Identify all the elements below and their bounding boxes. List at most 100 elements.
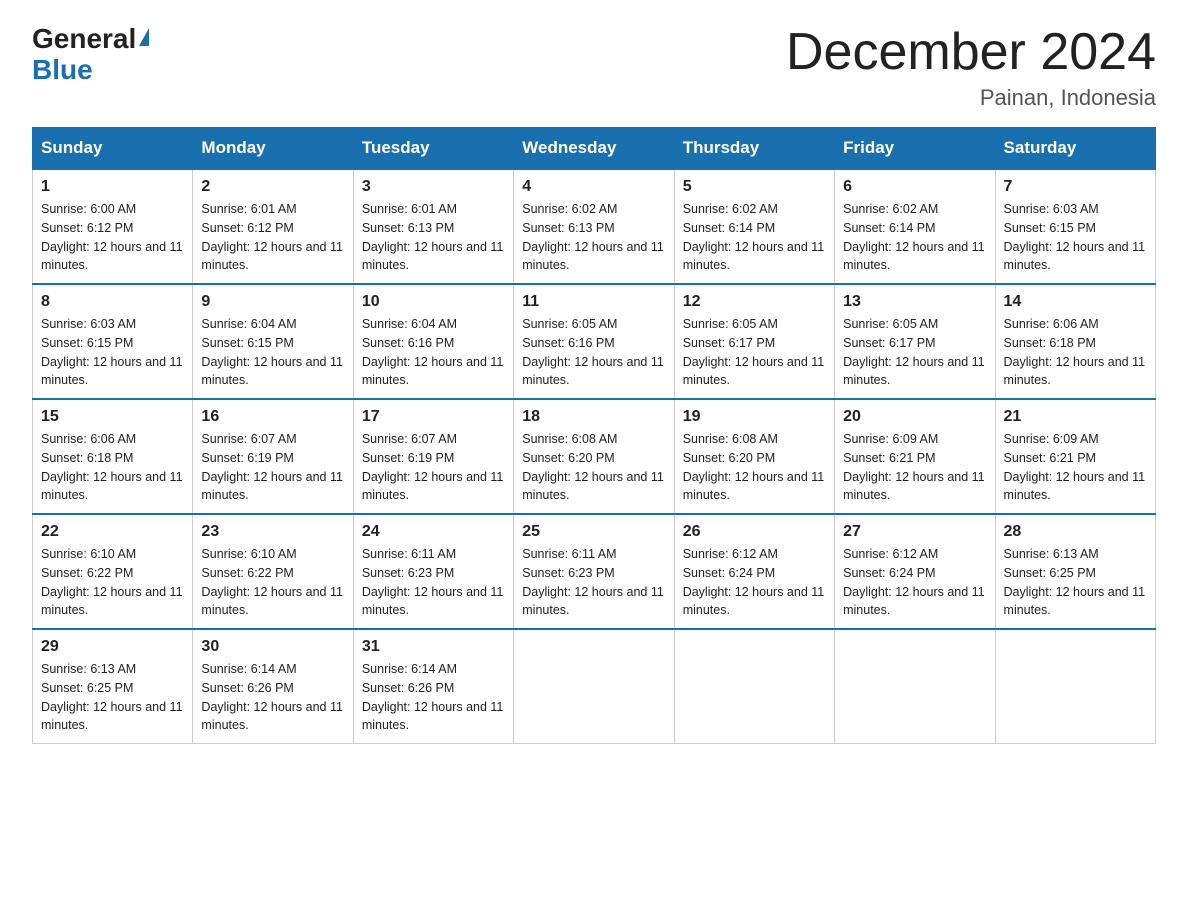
logo-triangle-icon (139, 28, 149, 46)
day-info: Sunrise: 6:08 AMSunset: 6:20 PMDaylight:… (683, 430, 826, 505)
day-number: 9 (201, 293, 344, 311)
calendar-cell: 12 Sunrise: 6:05 AMSunset: 6:17 PMDayligh… (674, 284, 834, 399)
day-info: Sunrise: 6:13 AMSunset: 6:25 PMDaylight:… (1004, 545, 1147, 620)
day-info: Sunrise: 6:00 AMSunset: 6:12 PMDaylight:… (41, 200, 184, 275)
day-info: Sunrise: 6:05 AMSunset: 6:17 PMDaylight:… (843, 315, 986, 390)
weekday-header-saturday: Saturday (995, 128, 1155, 170)
calendar-cell: 13Sunrise: 6:05 AMSunset: 6:17 PMDayligh… (835, 284, 995, 399)
calendar-cell: 15Sunrise: 6:06 AMSunset: 6:18 PMDayligh… (33, 399, 193, 514)
calendar-week-row: 22 Sunrise: 6:10 AMSunset: 6:22 PMDayligh… (33, 514, 1156, 629)
day-number: 1 (41, 178, 184, 196)
calendar-week-row: 1 Sunrise: 6:00 AMSunset: 6:12 PMDaylight… (33, 169, 1156, 284)
day-info: Sunrise: 6:10 AMSunset: 6:22 PMDaylight:… (41, 545, 184, 620)
day-info: Sunrise: 6:01 AMSunset: 6:12 PMDaylight:… (201, 200, 344, 275)
day-number: 26 (683, 523, 826, 541)
calendar-week-row: 8 Sunrise: 6:03 AMSunset: 6:15 PMDaylight… (33, 284, 1156, 399)
day-number: 17 (362, 408, 505, 426)
header-right: December 2024 Painan, Indonesia (786, 24, 1156, 111)
calendar-body: 1 Sunrise: 6:00 AMSunset: 6:12 PMDaylight… (33, 169, 1156, 744)
calendar-cell: 19 Sunrise: 6:08 AMSunset: 6:20 PMDayligh… (674, 399, 834, 514)
day-number: 22 (41, 523, 184, 541)
day-number: 25 (522, 523, 665, 541)
day-info: Sunrise: 6:06 AMSunset: 6:18 PMDaylight:… (1004, 315, 1147, 390)
month-title: December 2024 (786, 24, 1156, 81)
day-info: Sunrise: 6:14 AMSunset: 6:26 PMDaylight:… (362, 660, 505, 735)
calendar-cell: 11 Sunrise: 6:05 AMSunset: 6:16 PMDayligh… (514, 284, 674, 399)
day-info: Sunrise: 6:05 AMSunset: 6:16 PMDaylight:… (522, 315, 665, 390)
weekday-header-friday: Friday (835, 128, 995, 170)
logo-general: General (32, 23, 136, 54)
day-number: 12 (683, 293, 826, 311)
calendar-header-row: SundayMondayTuesdayWednesdayThursdayFrid… (33, 128, 1156, 170)
day-info: Sunrise: 6:09 AMSunset: 6:21 PMDaylight:… (843, 430, 986, 505)
day-number: 7 (1004, 178, 1147, 196)
day-number: 14 (1004, 293, 1147, 311)
calendar-cell (514, 629, 674, 744)
day-info: Sunrise: 6:12 AMSunset: 6:24 PMDaylight:… (843, 545, 986, 620)
calendar-cell: 31 Sunrise: 6:14 AMSunset: 6:26 PMDayligh… (353, 629, 513, 744)
day-number: 21 (1004, 408, 1147, 426)
calendar-cell: 2 Sunrise: 6:01 AMSunset: 6:12 PMDaylight… (193, 169, 353, 284)
calendar-cell: 3Sunrise: 6:01 AMSunset: 6:13 PMDaylight… (353, 169, 513, 284)
calendar-cell (995, 629, 1155, 744)
weekday-header-wednesday: Wednesday (514, 128, 674, 170)
day-number: 20 (843, 408, 986, 426)
logo-blue: Blue (32, 54, 93, 85)
day-number: 29 (41, 638, 184, 656)
logo: General Blue (32, 24, 149, 86)
day-info: Sunrise: 6:02 AMSunset: 6:13 PMDaylight:… (522, 200, 665, 275)
day-number: 15 (41, 408, 184, 426)
day-info: Sunrise: 6:03 AMSunset: 6:15 PMDaylight:… (41, 315, 184, 390)
calendar-cell: 6 Sunrise: 6:02 AMSunset: 6:14 PMDaylight… (835, 169, 995, 284)
day-number: 10 (362, 293, 505, 311)
calendar-cell: 10 Sunrise: 6:04 AMSunset: 6:16 PMDayligh… (353, 284, 513, 399)
day-number: 23 (201, 523, 344, 541)
page-header: General Blue December 2024 Painan, Indon… (32, 24, 1156, 111)
location: Painan, Indonesia (786, 85, 1156, 111)
day-number: 24 (362, 523, 505, 541)
calendar-cell: 29Sunrise: 6:13 AMSunset: 6:25 PMDayligh… (33, 629, 193, 744)
calendar-week-row: 15Sunrise: 6:06 AMSunset: 6:18 PMDayligh… (33, 399, 1156, 514)
day-info: Sunrise: 6:11 AMSunset: 6:23 PMDaylight:… (522, 545, 665, 620)
weekday-header-sunday: Sunday (33, 128, 193, 170)
day-number: 8 (41, 293, 184, 311)
calendar-cell: 28Sunrise: 6:13 AMSunset: 6:25 PMDayligh… (995, 514, 1155, 629)
day-number: 6 (843, 178, 986, 196)
day-number: 31 (362, 638, 505, 656)
day-info: Sunrise: 6:04 AMSunset: 6:16 PMDaylight:… (362, 315, 505, 390)
day-info: Sunrise: 6:02 AMSunset: 6:14 PMDaylight:… (843, 200, 986, 275)
day-number: 18 (522, 408, 665, 426)
calendar-cell: 5Sunrise: 6:02 AMSunset: 6:14 PMDaylight… (674, 169, 834, 284)
day-info: Sunrise: 6:07 AMSunset: 6:19 PMDaylight:… (201, 430, 344, 505)
day-info: Sunrise: 6:02 AMSunset: 6:14 PMDaylight:… (683, 200, 826, 275)
calendar-cell: 7 Sunrise: 6:03 AMSunset: 6:15 PMDaylight… (995, 169, 1155, 284)
day-info: Sunrise: 6:10 AMSunset: 6:22 PMDaylight:… (201, 545, 344, 620)
weekday-header-tuesday: Tuesday (353, 128, 513, 170)
calendar-cell: 21 Sunrise: 6:09 AMSunset: 6:21 PMDayligh… (995, 399, 1155, 514)
weekday-header-thursday: Thursday (674, 128, 834, 170)
day-info: Sunrise: 6:05 AMSunset: 6:17 PMDaylight:… (683, 315, 826, 390)
day-number: 2 (201, 178, 344, 196)
day-info: Sunrise: 6:09 AMSunset: 6:21 PMDaylight:… (1004, 430, 1147, 505)
calendar-cell: 14 Sunrise: 6:06 AMSunset: 6:18 PMDayligh… (995, 284, 1155, 399)
calendar-cell: 8 Sunrise: 6:03 AMSunset: 6:15 PMDaylight… (33, 284, 193, 399)
day-number: 19 (683, 408, 826, 426)
calendar-cell: 23 Sunrise: 6:10 AMSunset: 6:22 PMDayligh… (193, 514, 353, 629)
weekday-header-monday: Monday (193, 128, 353, 170)
day-number: 4 (522, 178, 665, 196)
calendar-cell: 17Sunrise: 6:07 AMSunset: 6:19 PMDayligh… (353, 399, 513, 514)
day-info: Sunrise: 6:12 AMSunset: 6:24 PMDaylight:… (683, 545, 826, 620)
calendar-cell: 16Sunrise: 6:07 AMSunset: 6:19 PMDayligh… (193, 399, 353, 514)
calendar-cell: 4 Sunrise: 6:02 AMSunset: 6:13 PMDaylight… (514, 169, 674, 284)
calendar-cell: 24Sunrise: 6:11 AMSunset: 6:23 PMDayligh… (353, 514, 513, 629)
calendar-cell: 25 Sunrise: 6:11 AMSunset: 6:23 PMDayligh… (514, 514, 674, 629)
calendar-cell: 22 Sunrise: 6:10 AMSunset: 6:22 PMDayligh… (33, 514, 193, 629)
calendar-cell: 26 Sunrise: 6:12 AMSunset: 6:24 PMDayligh… (674, 514, 834, 629)
day-info: Sunrise: 6:03 AMSunset: 6:15 PMDaylight:… (1004, 200, 1147, 275)
calendar-cell: 30Sunrise: 6:14 AMSunset: 6:26 PMDayligh… (193, 629, 353, 744)
calendar-cell: 20 Sunrise: 6:09 AMSunset: 6:21 PMDayligh… (835, 399, 995, 514)
day-info: Sunrise: 6:14 AMSunset: 6:26 PMDaylight:… (201, 660, 344, 735)
calendar-week-row: 29Sunrise: 6:13 AMSunset: 6:25 PMDayligh… (33, 629, 1156, 744)
day-number: 11 (522, 293, 665, 311)
day-info: Sunrise: 6:01 AMSunset: 6:13 PMDaylight:… (362, 200, 505, 275)
